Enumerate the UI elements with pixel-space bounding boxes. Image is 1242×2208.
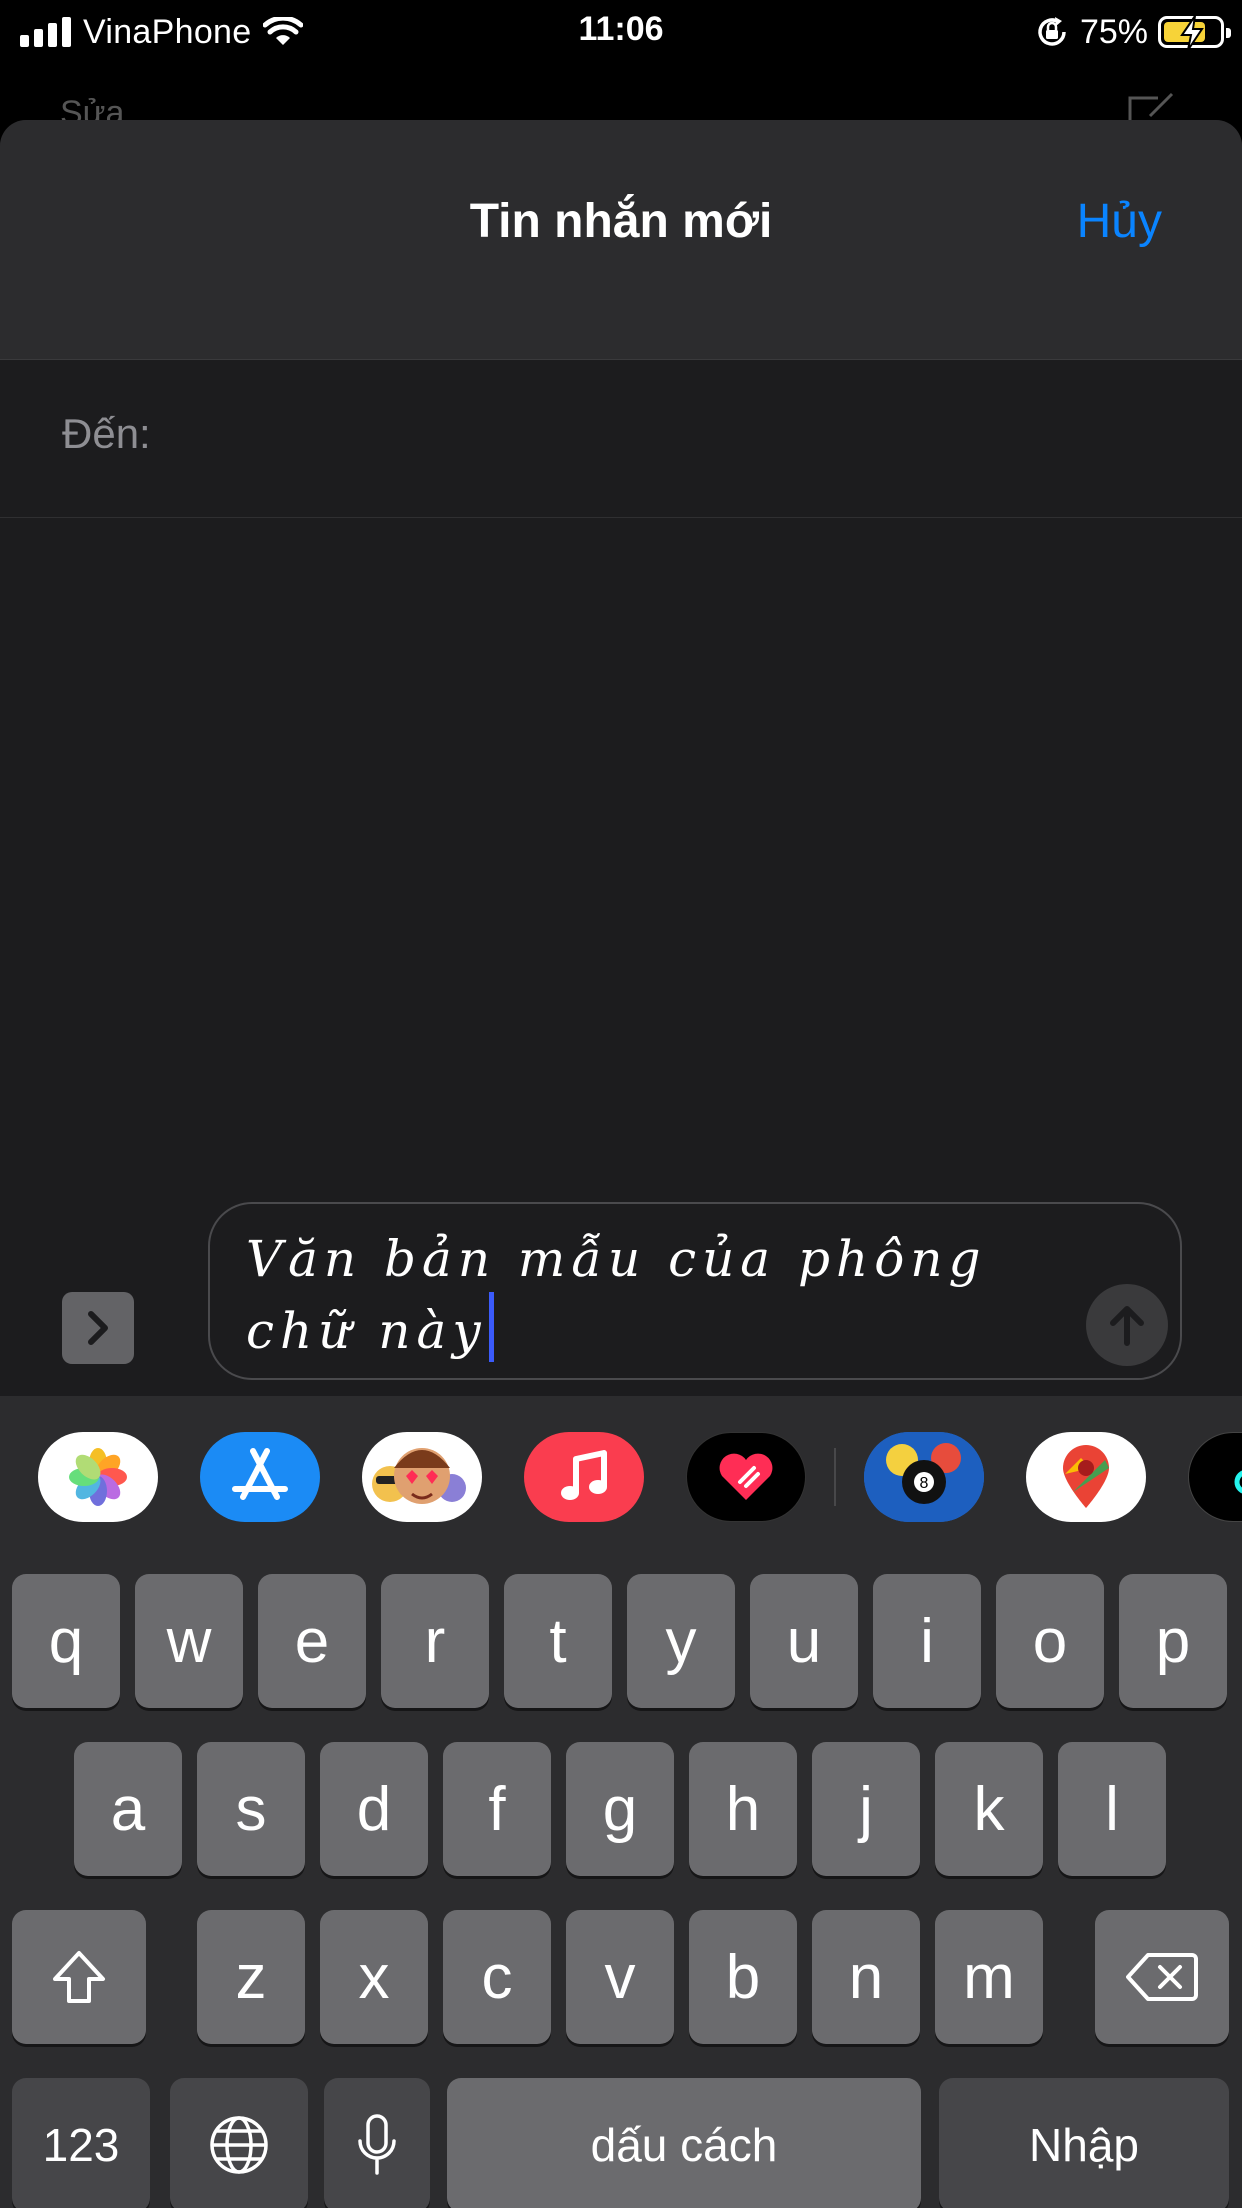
message-input[interactable]: Văn bản mẫu của phông chữ này [208, 1202, 1182, 1380]
globe-icon [210, 2116, 268, 2174]
dictation-key[interactable] [324, 2078, 430, 2208]
expand-apps-button[interactable] [62, 1292, 134, 1364]
key-b[interactable]: b [689, 1910, 797, 2044]
key-j[interactable]: j [812, 1742, 920, 1876]
memoji-icon [372, 1448, 466, 1504]
key-k[interactable]: k [935, 1742, 1043, 1876]
backspace-icon [1126, 1953, 1198, 2001]
send-button[interactable] [1086, 1284, 1168, 1366]
status-bar: VinaPhone 11:06 75% [0, 0, 1242, 62]
charging-bolt-icon [1180, 15, 1204, 51]
tiktok-app[interactable] [1188, 1432, 1242, 1522]
key-u[interactable]: u [750, 1574, 858, 1708]
microphone-icon [358, 2114, 396, 2175]
recipient-label: Đến: [62, 410, 151, 457]
return-key[interactable]: Nhập [939, 2078, 1229, 2208]
key-c[interactable]: c [443, 1910, 551, 2044]
key-a[interactable]: a [74, 1742, 182, 1876]
message-text: Văn bản mẫu của phông chữ này [246, 1230, 987, 1360]
music-icon [561, 1450, 607, 1500]
globe-key[interactable] [170, 2078, 308, 2208]
key-s[interactable]: s [197, 1742, 305, 1876]
imessage-app-drawer: 8 [0, 1396, 1242, 1552]
battery-percentage: 75% [1079, 12, 1148, 51]
shift-key[interactable] [12, 1910, 146, 2044]
key-w[interactable]: w [135, 1574, 243, 1708]
google-maps-icon [1063, 1445, 1109, 1508]
key-p[interactable]: p [1119, 1574, 1227, 1708]
key-q[interactable]: q [12, 1574, 120, 1708]
rotation-lock-icon [1038, 17, 1066, 46]
app-store-app[interactable] [200, 1432, 320, 1522]
key-i[interactable]: i [873, 1574, 981, 1708]
key-y[interactable]: y [627, 1574, 735, 1708]
delete-key[interactable] [1095, 1910, 1229, 2044]
photos-app[interactable] [38, 1432, 158, 1522]
key-e[interactable]: e [258, 1574, 366, 1708]
app-divider [834, 1448, 836, 1506]
key-o[interactable]: o [996, 1574, 1104, 1708]
cancel-button[interactable]: Hủy [1077, 194, 1162, 249]
key-r[interactable]: r [381, 1574, 489, 1708]
text-cursor [488, 1292, 494, 1362]
numbers-key[interactable]: 123 [12, 2078, 150, 2208]
background-page: Sửa [0, 62, 1242, 132]
svg-text:8: 8 [920, 1475, 929, 1492]
digital-touch-icon [719, 1453, 773, 1500]
key-n[interactable]: n [812, 1910, 920, 2044]
8-ball-pool-icon: 8 [864, 1432, 984, 1522]
8-ball-pool-app[interactable]: 8 [864, 1432, 984, 1522]
space-key[interactable]: dấu cách [447, 2078, 921, 2208]
numbers-key-label: 123 [42, 2119, 120, 2171]
music-app[interactable] [524, 1432, 644, 1522]
key-g[interactable]: g [566, 1742, 674, 1876]
key-d[interactable]: d [320, 1742, 428, 1876]
google-maps-app[interactable] [1026, 1432, 1146, 1522]
key-z[interactable]: z [197, 1910, 305, 2044]
chevron-right-icon [88, 1311, 108, 1345]
battery-icon [1158, 15, 1231, 51]
space-key-label: dấu cách [590, 2119, 778, 2171]
memoji-app[interactable] [362, 1432, 482, 1522]
keyboard: q w e r t y u i o p a s d f g h j k l z … [0, 1552, 1242, 2208]
sheet-header: Tin nhắn mới Hủy [0, 120, 1242, 360]
key-h[interactable]: h [689, 1742, 797, 1876]
key-f[interactable]: f [443, 1742, 551, 1876]
digital-touch-app[interactable] [686, 1432, 806, 1522]
photos-icon [69, 1448, 127, 1506]
return-key-label: Nhập [1029, 2119, 1139, 2171]
tiktok-icon [1234, 1470, 1242, 1494]
key-v[interactable]: v [566, 1910, 674, 2044]
recipient-field[interactable]: Đến: [0, 360, 1242, 518]
key-m[interactable]: m [935, 1910, 1043, 2044]
key-l[interactable]: l [1058, 1742, 1166, 1876]
key-t[interactable]: t [504, 1574, 612, 1708]
arrow-up-icon [1110, 1306, 1144, 1346]
key-x[interactable]: x [320, 1910, 428, 2044]
page-title: Tin nhắn mới [469, 195, 773, 248]
app-store-icon [232, 1448, 288, 1500]
new-message-sheet: Tin nhắn mới Hủy Đến: Văn bản mẫu của ph… [0, 120, 1242, 2208]
shift-icon [53, 1951, 105, 2003]
